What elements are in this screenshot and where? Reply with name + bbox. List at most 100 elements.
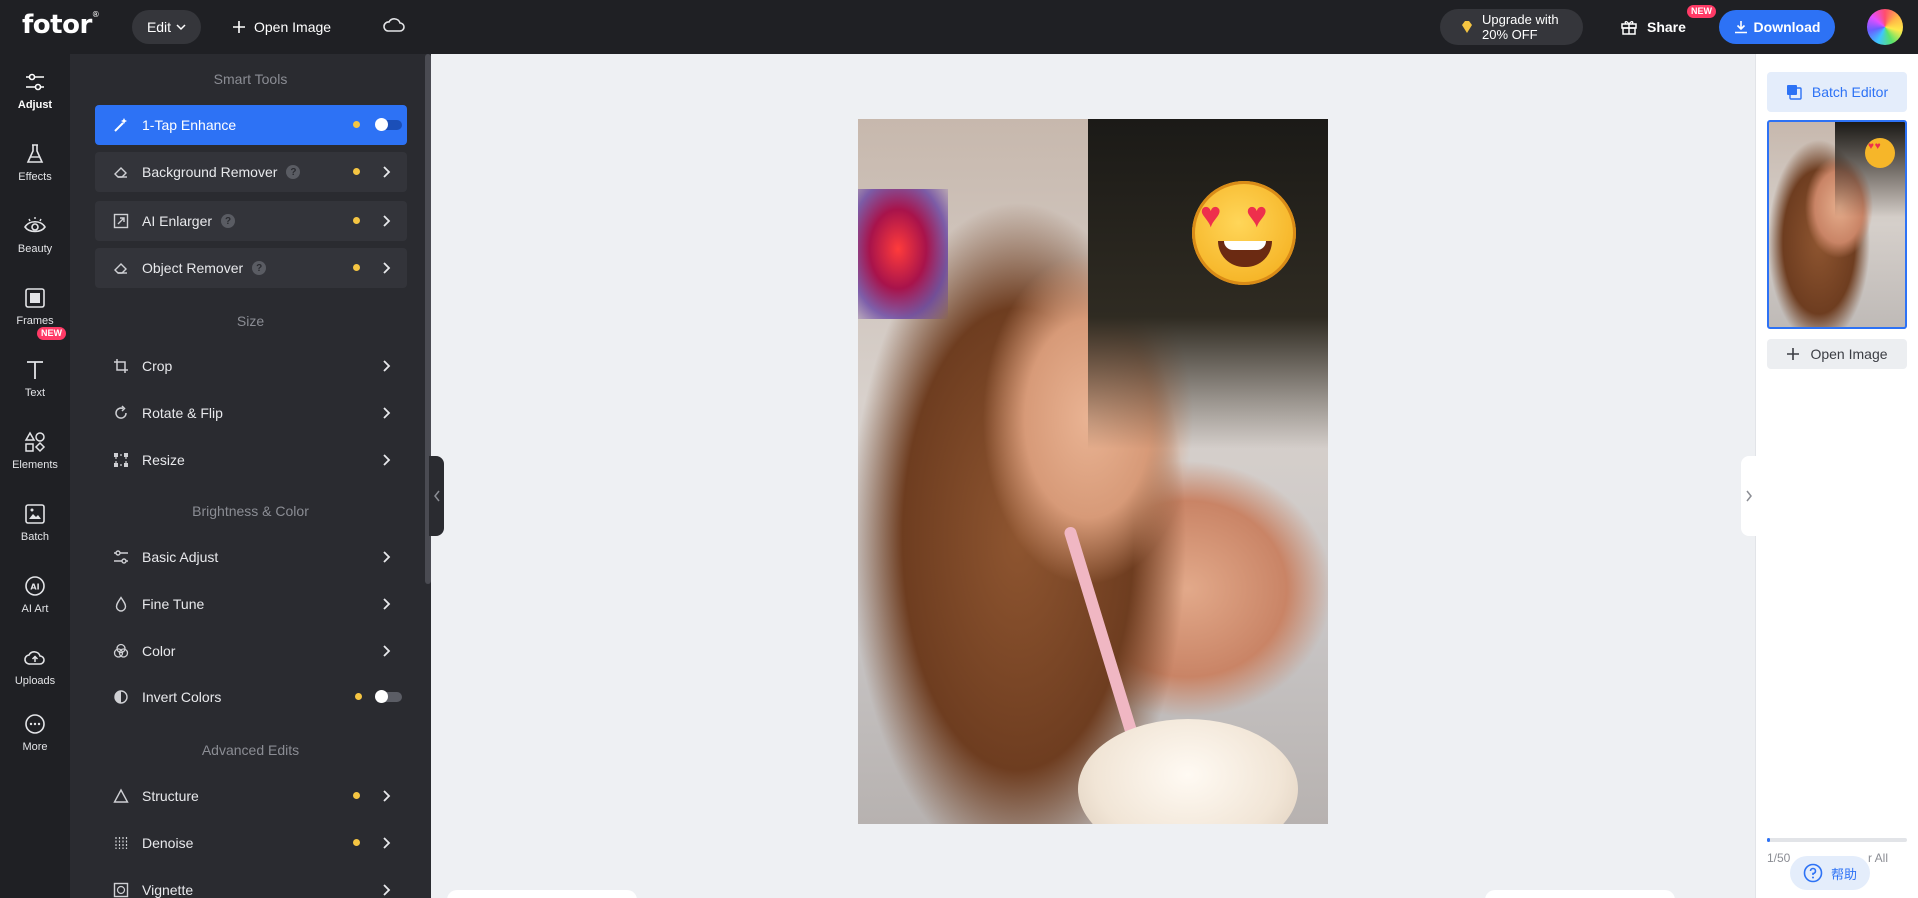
rail-item-ai-art[interactable]: AI AI Art <box>0 574 70 615</box>
tool-label: Background Remover <box>142 164 278 180</box>
rail-item-beauty[interactable]: Beauty <box>0 214 70 255</box>
rail-item-elements[interactable]: Elements <box>0 430 70 471</box>
download-button[interactable]: Download <box>1719 10 1835 44</box>
frame-icon <box>25 288 45 308</box>
tool-color[interactable]: Color <box>95 631 407 671</box>
thumb-emoji-icon <box>1865 138 1895 168</box>
chevron-left-icon <box>433 490 440 502</box>
tool-1-tap-enhance[interactable]: 1-Tap Enhance <box>95 105 407 145</box>
tool-label: Color <box>142 643 176 659</box>
gift-icon <box>1621 21 1637 35</box>
open-image-label: Open Image <box>254 19 332 35</box>
eye-icon <box>24 217 46 233</box>
tool-background-remover[interactable]: Background Remover ? <box>95 152 407 192</box>
tool-ai-enlarger[interactable]: AI Enlarger ? <box>95 201 407 241</box>
diamond-icon <box>1462 21 1472 33</box>
rail-label-uploads: Uploads <box>14 675 56 687</box>
photo-neon-light <box>858 189 948 319</box>
plus-icon <box>233 21 245 33</box>
premium-dot <box>353 264 360 271</box>
rail-label-elements: Elements <box>12 459 58 471</box>
upgrade-button[interactable]: Upgrade with 20% OFF <box>1440 9 1583 45</box>
chevron-right-icon <box>383 262 391 274</box>
denoise-icon <box>113 835 129 851</box>
help-button[interactable]: 帮助 <box>1790 856 1870 890</box>
rail-item-more[interactable]: More <box>0 712 70 753</box>
bottom-toolbar-right[interactable] <box>1485 890 1675 898</box>
rail-item-frames[interactable]: Frames <box>0 286 70 327</box>
rail-label-adjust: Adjust <box>17 99 53 111</box>
enhance-toggle[interactable] <box>375 118 402 131</box>
rail-label-effects: Effects <box>18 171 52 183</box>
batch-editor-button[interactable]: Batch Editor <box>1767 72 1907 112</box>
text-icon <box>27 361 43 379</box>
cloud-icon[interactable] <box>382 14 406 41</box>
tool-invert-colors[interactable]: Invert Colors <box>95 677 407 717</box>
download-label: Download <box>1753 19 1821 35</box>
premium-dot <box>353 217 360 224</box>
shapes-icon <box>24 431 46 453</box>
chevron-right-icon <box>383 215 391 227</box>
chevron-right-icon <box>383 645 391 657</box>
rail-item-batch[interactable]: Batch <box>0 502 70 543</box>
open-image-side-button[interactable]: Open Image <box>1767 339 1907 369</box>
clear-all-link[interactable]: r All <box>1868 851 1888 865</box>
enlarge-icon <box>113 213 129 229</box>
invert-toggle[interactable] <box>375 690 402 703</box>
rail-item-effects[interactable]: Effects <box>0 142 70 183</box>
rail-item-text[interactable]: Text <box>0 358 70 399</box>
tool-denoise[interactable]: Denoise <box>95 823 407 863</box>
premium-dot <box>353 792 360 799</box>
invert-icon <box>113 689 129 705</box>
share-button[interactable]: Share <box>1620 10 1686 44</box>
emoji-mouth <box>1218 241 1272 267</box>
rail-item-adjust[interactable]: Adjust <box>0 70 70 111</box>
tool-label: Structure <box>142 788 199 804</box>
help-icon[interactable]: ? <box>221 214 236 228</box>
rail-label-text: Text <box>24 387 46 399</box>
edit-menu-button[interactable]: Edit <box>132 10 201 44</box>
tool-label: Rotate & Flip <box>142 405 223 421</box>
download-icon <box>1734 21 1747 34</box>
rail-label-frames: Frames <box>16 315 54 327</box>
heart-eyes-emoji-sticker[interactable]: ♥ ♥ <box>1192 181 1296 285</box>
photo-whipped-cream <box>1078 719 1298 824</box>
rail-label-ai-art: AI Art <box>21 603 49 615</box>
chevron-right-icon <box>383 407 391 419</box>
tool-label: Vignette <box>142 882 194 898</box>
tool-label: Fine Tune <box>142 596 205 612</box>
more-icon <box>25 714 45 734</box>
help-icon[interactable]: ? <box>286 165 301 179</box>
section-title-size: Size <box>236 313 265 329</box>
open-image-button[interactable]: Open Image <box>232 10 331 44</box>
chevron-right-icon <box>383 837 391 849</box>
chevron-right-icon <box>383 360 391 372</box>
rail-item-uploads[interactable]: Uploads <box>0 646 70 687</box>
frames-new-badge: NEW <box>37 327 66 340</box>
tool-rotate-flip[interactable]: Rotate & Flip <box>95 393 407 433</box>
sliders-icon <box>113 549 129 565</box>
help-icon[interactable]: ? <box>252 261 267 275</box>
tool-crop[interactable]: Crop <box>95 346 407 386</box>
tool-structure[interactable]: Structure <box>95 776 407 816</box>
magic-wand-icon <box>113 117 129 133</box>
image-thumbnail[interactable] <box>1767 120 1907 329</box>
tool-label: 1-Tap Enhance <box>142 117 237 133</box>
tool-resize[interactable]: Resize <box>95 440 407 480</box>
chevron-right-icon <box>383 551 391 563</box>
chevron-right-icon <box>383 166 391 178</box>
tool-basic-adjust[interactable]: Basic Adjust <box>95 537 407 577</box>
edit-label: Edit <box>146 19 172 35</box>
chevron-right-icon <box>1745 490 1752 502</box>
tool-object-remover[interactable]: Object Remover ? <box>95 248 407 288</box>
section-title-advanced-edits: Advanced Edits <box>201 742 300 758</box>
expand-right-panel-handle[interactable] <box>1741 456 1756 536</box>
tool-fine-tune[interactable]: Fine Tune <box>95 584 407 624</box>
tool-label: Object Remover <box>142 260 244 276</box>
chevron-down-icon <box>176 24 186 31</box>
user-avatar[interactable] <box>1867 9 1903 45</box>
collapse-panel-handle[interactable] <box>429 456 444 536</box>
bottom-toolbar-left[interactable] <box>447 890 637 898</box>
tool-vignette[interactable]: Vignette <box>95 870 407 898</box>
fotor-logo[interactable]: fotor® <box>22 10 100 40</box>
